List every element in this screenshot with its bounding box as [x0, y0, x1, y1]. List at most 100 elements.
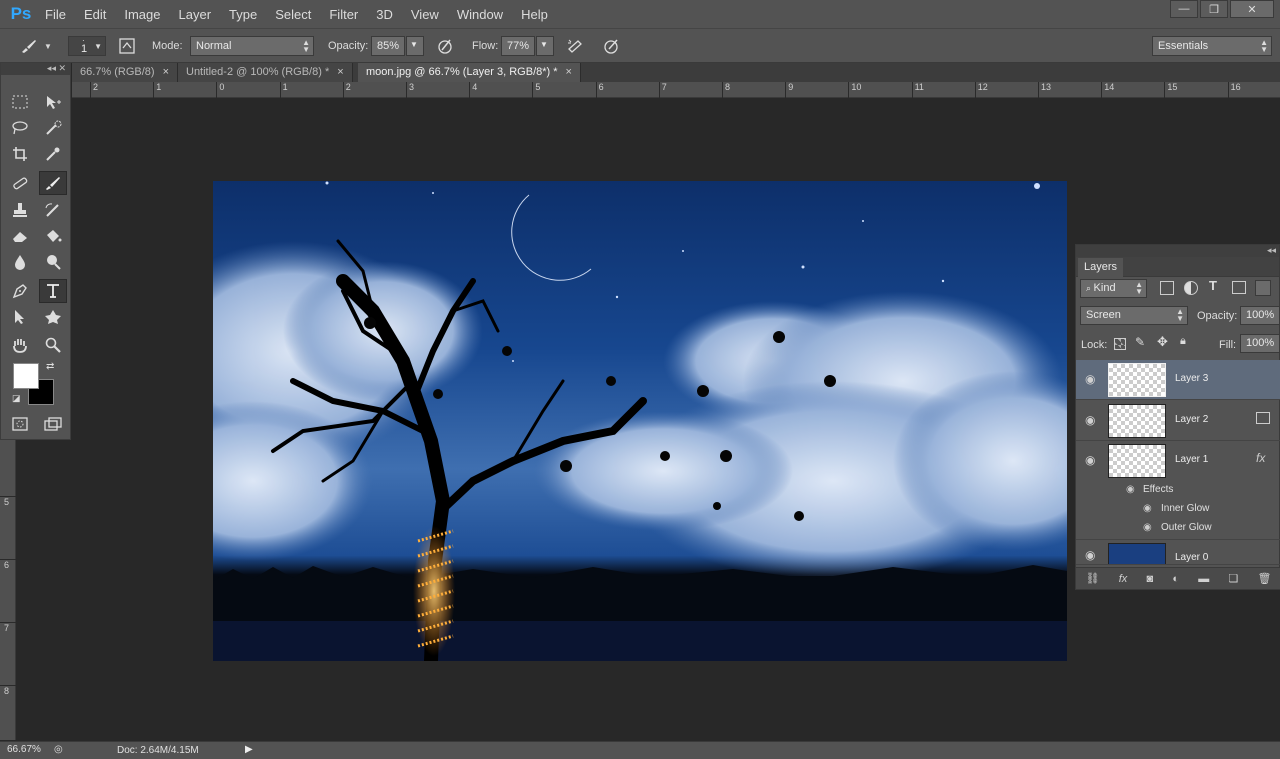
- new-group-icon[interactable]: ▬: [1198, 573, 1209, 585]
- visibility-eye-icon[interactable]: ◉: [1085, 453, 1099, 467]
- layer-row-layer-2[interactable]: ◉ Layer 2: [1076, 401, 1280, 441]
- add-mask-icon[interactable]: ◙: [1147, 573, 1154, 585]
- document-info-icon[interactable]: ◎: [54, 744, 63, 755]
- menu-select[interactable]: Select: [266, 7, 320, 22]
- eraser-tool-icon[interactable]: [6, 224, 34, 248]
- menu-type[interactable]: Type: [220, 7, 266, 22]
- opacity-field[interactable]: 85%: [371, 36, 405, 56]
- adjustment-filter-icon[interactable]: [1184, 281, 1198, 295]
- workspace-select[interactable]: Essentials ▲ ▼: [1152, 36, 1272, 56]
- flow-dropdown[interactable]: ▼: [536, 36, 554, 56]
- menu-image[interactable]: Image: [115, 7, 169, 22]
- flow-field[interactable]: 77%: [501, 36, 535, 56]
- marquee-tool-icon[interactable]: [6, 90, 34, 114]
- blur-tool-icon[interactable]: [6, 250, 34, 274]
- menu-view[interactable]: View: [402, 7, 448, 22]
- airbrush-icon[interactable]: [564, 36, 586, 56]
- pen-tool-icon[interactable]: [6, 279, 34, 303]
- brush-tool-icon[interactable]: [39, 171, 67, 195]
- tab-moon-jpg[interactable]: moon.jpg @ 66.7% (Layer 3, RGB/8*) * ×: [358, 63, 581, 82]
- fill-field[interactable]: 100%: [1240, 334, 1280, 353]
- layer-effects-fx-icon[interactable]: fx: [1256, 451, 1265, 465]
- crop-tool-icon[interactable]: [6, 142, 34, 166]
- tab-layers[interactable]: Layers: [1078, 258, 1124, 278]
- adjustment-layer-icon[interactable]: ◐: [1172, 573, 1179, 585]
- outer-glow-eye-icon[interactable]: ◉: [1143, 522, 1152, 533]
- link-layers-icon[interactable]: ⛓: [1086, 572, 1100, 585]
- effect-inner-glow[interactable]: Inner Glow: [1161, 503, 1209, 514]
- kind-filter-select[interactable]: ⌕ Kind ▲ ▼: [1080, 279, 1147, 298]
- menu-window[interactable]: Window: [448, 7, 512, 22]
- lock-all-icon[interactable]: 🔒︎: [1180, 335, 1186, 348]
- brush-panel-toggle-icon[interactable]: [116, 36, 138, 56]
- chevron-down-icon[interactable]: ▼: [42, 36, 54, 56]
- tab-untitled-2[interactable]: Untitled-2 @ 100% (RGB/8) * ×: [178, 63, 353, 82]
- delete-layer-icon[interactable]: 🗑︎: [1257, 572, 1271, 585]
- history-brush-tool-icon[interactable]: [39, 198, 67, 222]
- type-filter-icon[interactable]: T: [1209, 278, 1217, 293]
- lock-transparent-icon[interactable]: [1114, 338, 1126, 350]
- layers-footer: ⛓ fx ◙ ◐ ▬ ❏ 🗑︎: [1076, 567, 1280, 589]
- document-canvas[interactable]: [213, 181, 1067, 661]
- type-tool-icon[interactable]: [39, 279, 67, 303]
- hand-tool-icon[interactable]: [6, 333, 34, 357]
- lock-position-icon[interactable]: ✥: [1157, 334, 1168, 350]
- status-menu-arrow-icon[interactable]: ▶: [245, 744, 253, 755]
- layer-opacity-field[interactable]: 100%: [1240, 306, 1280, 325]
- opacity-dropdown[interactable]: ▼: [406, 36, 424, 56]
- blend-mode-select[interactable]: Screen ▲ ▼: [1080, 306, 1188, 325]
- tools-panel-header[interactable]: ◂◂ ✕: [1, 63, 70, 75]
- brush-preset-icon[interactable]: [18, 36, 40, 56]
- lasso-tool-icon[interactable]: [6, 116, 34, 140]
- menu-layer[interactable]: Layer: [170, 7, 221, 22]
- new-layer-icon[interactable]: ❏: [1228, 572, 1238, 585]
- effects-eye-icon[interactable]: ◉: [1126, 484, 1135, 495]
- layer-row-layer-1[interactable]: ◉ Layer 1 fx: [1076, 441, 1280, 481]
- paint-bucket-tool-icon[interactable]: [39, 224, 67, 248]
- menu-help[interactable]: Help: [512, 7, 557, 22]
- path-selection-tool-icon[interactable]: [6, 305, 34, 329]
- effect-outer-glow[interactable]: Outer Glow: [1161, 522, 1212, 533]
- close-icon[interactable]: ×: [337, 66, 343, 78]
- layers-panel-collapse[interactable]: ◂◂: [1076, 245, 1279, 257]
- move-tool-icon[interactable]: [39, 90, 67, 114]
- layer-row-layer-3[interactable]: ◉ Layer 3: [1076, 360, 1280, 400]
- menu-file[interactable]: File: [36, 7, 75, 22]
- default-colors-icon[interactable]: ◪: [12, 393, 21, 404]
- menu-3d[interactable]: 3D: [367, 7, 402, 22]
- minimize-button[interactable]: —: [1170, 0, 1198, 18]
- shape-filter-icon[interactable]: [1232, 281, 1246, 294]
- close-icon[interactable]: ×: [566, 66, 572, 78]
- layer-thumbnail: [1108, 543, 1166, 564]
- smart-object-filter-icon[interactable]: [1255, 280, 1271, 296]
- custom-shape-tool-icon[interactable]: [39, 305, 67, 329]
- screen-mode-icon[interactable]: [39, 412, 67, 436]
- eyedropper-tool-icon[interactable]: [39, 142, 67, 166]
- swap-colors-icon[interactable]: ⇄: [46, 361, 54, 372]
- add-style-icon[interactable]: fx: [1119, 573, 1128, 585]
- mode-select[interactable]: Normal ▲ ▼: [190, 36, 314, 56]
- quick-mask-icon[interactable]: [6, 412, 34, 436]
- quick-selection-tool-icon[interactable]: [39, 116, 67, 140]
- visibility-eye-icon[interactable]: ◉: [1085, 413, 1099, 427]
- zoom-tool-icon[interactable]: [39, 333, 67, 357]
- opacity-pressure-icon[interactable]: [434, 36, 456, 56]
- healing-brush-tool-icon[interactable]: [6, 171, 34, 195]
- menu-edit[interactable]: Edit: [75, 7, 115, 22]
- menu-filter[interactable]: Filter: [320, 7, 367, 22]
- zoom-level[interactable]: 66.67%: [0, 744, 46, 758]
- close-icon[interactable]: ×: [163, 66, 169, 78]
- visibility-eye-icon[interactable]: ◉: [1085, 548, 1099, 562]
- inner-glow-eye-icon[interactable]: ◉: [1143, 503, 1152, 514]
- brush-size-field[interactable]: · 1 ▼: [68, 36, 106, 56]
- visibility-eye-icon[interactable]: ◉: [1085, 372, 1099, 386]
- pixel-filter-icon[interactable]: [1160, 281, 1174, 295]
- close-button[interactable]: ✕: [1230, 0, 1274, 18]
- dodge-tool-icon[interactable]: [39, 250, 67, 274]
- size-pressure-icon[interactable]: [600, 36, 622, 56]
- lock-pixels-icon[interactable]: ✎: [1135, 335, 1145, 349]
- tab-document-1[interactable]: 66.7% (RGB/8) ×: [72, 63, 179, 82]
- layer-row-layer-0[interactable]: ◉ Layer 0: [1076, 539, 1280, 565]
- restore-button[interactable]: ❐: [1200, 0, 1228, 18]
- clone-stamp-tool-icon[interactable]: [6, 198, 34, 222]
